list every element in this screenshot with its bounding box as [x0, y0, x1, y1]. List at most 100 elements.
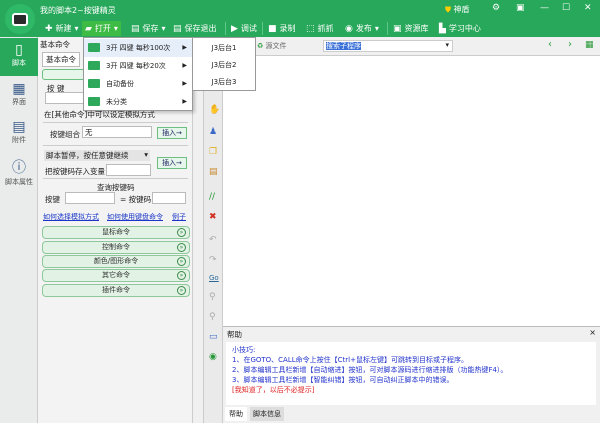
sidebar-label: 脚本: [12, 59, 26, 67]
chevron-right-icon: ▶: [182, 98, 187, 105]
menu-item[interactable]: 3开 四键 每秒20次 ▶: [84, 57, 192, 75]
info-icon: ⓘ: [12, 160, 26, 176]
replace-icon[interactable]: ⚲: [209, 312, 216, 322]
insert-button-2[interactable]: 插入→: [157, 157, 187, 169]
category-color[interactable]: 颜色/图形命令 »: [42, 255, 190, 268]
user-icon[interactable]: ♟: [209, 127, 217, 137]
new-label: 新建: [55, 24, 72, 33]
indent-icon[interactable]: //: [209, 192, 215, 202]
help-content: 小技巧: 1、在GOTO、CALL命令上按住【Ctrl+鼠标左键】可跳转到目标或…: [226, 342, 596, 405]
submenu-item[interactable]: J3后台3: [193, 73, 255, 91]
redo-icon[interactable]: ↷: [209, 255, 217, 265]
tab-help[interactable]: 帮助: [225, 407, 247, 421]
capture-button[interactable]: ⬚ 抓抓: [303, 21, 337, 36]
divider: [262, 22, 263, 35]
dismiss-tips-link[interactable]: [我知道了，以后不必提示]: [232, 385, 590, 395]
copy-icon[interactable]: ❐: [209, 147, 217, 157]
save-exit-button[interactable]: ▤ 保存退出: [170, 21, 220, 36]
record-button[interactable]: ■ 录制: [265, 21, 299, 36]
eye-icon[interactable]: ◉: [209, 352, 217, 362]
folder-icon: [88, 97, 100, 106]
source-file-tab[interactable]: ♻ 源文件: [257, 41, 287, 51]
learn-icon: ▙: [439, 23, 446, 34]
chevron-right-icon: ▶: [182, 62, 187, 69]
fix-error-icon[interactable]: ✖: [209, 212, 217, 222]
sidebar-item-ui[interactable]: ▦ 界面: [0, 77, 38, 115]
insert-button[interactable]: 插入→: [157, 127, 187, 139]
menu-item[interactable]: 未分类 ▶: [84, 93, 192, 111]
category-control[interactable]: 控制命令 »: [42, 241, 190, 254]
menu-item[interactable]: 3开 四键 每秒100次 ▶: [84, 39, 192, 57]
pause-select[interactable]: 脚本暂停，按任意键继续 ▾: [44, 150, 150, 161]
query-key-input[interactable]: [65, 192, 115, 204]
sidebar-item-attachment[interactable]: ▤ 附件: [0, 115, 38, 153]
link-example[interactable]: 例子: [172, 212, 186, 222]
editor-toolbar: ♻ 源文件 搜索子程序 ▾ ‹ › ▦: [223, 37, 600, 56]
submenu: J3后台1 J3后台2 J3后台3: [192, 37, 256, 91]
category-other[interactable]: 其它命令 »: [42, 269, 190, 282]
combo-input[interactable]: 无: [82, 126, 152, 138]
subroutine-search[interactable]: 搜索子程序 ▾: [323, 40, 453, 52]
expand-icon: »: [177, 257, 186, 266]
close-button[interactable]: ✕: [584, 3, 592, 13]
undo-icon[interactable]: ↶: [209, 235, 217, 245]
folder-icon: [88, 79, 100, 88]
settings-icon[interactable]: ⚙: [492, 3, 500, 13]
resource-button[interactable]: ▣ 资源库: [390, 21, 432, 36]
divider: [43, 178, 188, 179]
publish-button[interactable]: ◉ 发布 ▾: [342, 21, 382, 36]
minimize-button[interactable]: —: [540, 3, 549, 13]
goto-icon[interactable]: Go: [209, 274, 219, 282]
sidebar: ▯ 脚本 ▦ 界面 ▤ 附件 ⓘ 脚本属性: [0, 37, 38, 423]
link-keyboard-commands[interactable]: 如何使用键盘命令: [107, 212, 163, 222]
open-button[interactable]: ▰ 打开 ▾: [82, 21, 121, 36]
save-label: 保存: [142, 24, 159, 33]
tip-line: 3、脚本编辑工具栏新增【智能纠错】按钮，可自动纠正脚本中的错误。: [232, 376, 454, 384]
layout-icon[interactable]: ▦: [585, 40, 594, 50]
keycode-input[interactable]: [152, 192, 186, 204]
save-icon: ▤: [131, 23, 140, 34]
sidebar-item-script[interactable]: ▯ 脚本: [0, 38, 38, 76]
paste-icon[interactable]: ▤: [209, 167, 218, 177]
find-icon[interactable]: ⚲: [209, 292, 216, 302]
divider: [43, 122, 188, 123]
new-button[interactable]: ✚ 新建 ▾: [42, 21, 82, 36]
grid-icon: ▦: [12, 81, 26, 97]
submenu-item[interactable]: J3后台2: [193, 56, 255, 74]
close-icon[interactable]: ×: [589, 328, 596, 337]
publish-icon: ◉: [345, 23, 353, 34]
skin-icon[interactable]: ▣: [516, 3, 525, 13]
tab-basic-commands[interactable]: 基本命令: [42, 52, 80, 67]
open-dropdown-menu: 3开 四键 每秒100次 ▶ 3开 四键 每秒20次 ▶ 自动备份 ▶ 未分类 ▶: [83, 37, 193, 111]
debug-label: 调试: [240, 24, 257, 33]
debug-button[interactable]: ▶ 调试: [228, 21, 260, 36]
hand-icon[interactable]: ✋: [209, 105, 220, 115]
variable-input[interactable]: [106, 164, 151, 176]
script-editor[interactable]: [223, 37, 600, 326]
category-mouse[interactable]: 鼠标命令 »: [42, 226, 190, 239]
query-key-label: 按键: [45, 195, 60, 204]
play-icon: ▶: [231, 23, 238, 34]
submenu-item[interactable]: J3后台1: [193, 39, 255, 57]
menu-item-label: 3开 四键 每秒100次: [106, 44, 171, 52]
menu-item[interactable]: 自动备份 ▶: [84, 75, 192, 93]
help-title: 帮助: [227, 330, 242, 339]
publish-label: 发布: [355, 24, 372, 33]
learn-button[interactable]: ▙ 学习中心: [436, 21, 484, 36]
back-icon[interactable]: ‹: [548, 39, 552, 50]
save-button[interactable]: ▤ 保存 ▾: [128, 21, 169, 36]
key-input[interactable]: [45, 92, 85, 104]
forward-icon[interactable]: ›: [568, 39, 572, 50]
view-icon[interactable]: ▭: [209, 332, 218, 342]
maximize-button[interactable]: ☐: [562, 3, 570, 13]
category-plugin[interactable]: 插件命令 »: [42, 284, 190, 297]
tab-script-info[interactable]: 脚本信息: [250, 407, 284, 421]
shield-icon: ⛊: [445, 5, 451, 14]
source-file-label: 源文件: [265, 42, 287, 50]
link-simulation-mode[interactable]: 如何选择模拟方式: [43, 212, 99, 222]
editor-vertical-toolbar: ✋ ♟ ❐ ▤ // ✖ ↶ ↷ Go ⚲ ⚲ ▭ ◉: [203, 37, 223, 423]
sidebar-item-properties[interactable]: ⓘ 脚本属性: [0, 153, 38, 191]
user-badge[interactable]: ⛊ 神盾: [445, 4, 470, 15]
menu-item-label: 3开 四键 每秒20次: [106, 62, 166, 70]
category-label: 插件命令: [102, 286, 130, 294]
